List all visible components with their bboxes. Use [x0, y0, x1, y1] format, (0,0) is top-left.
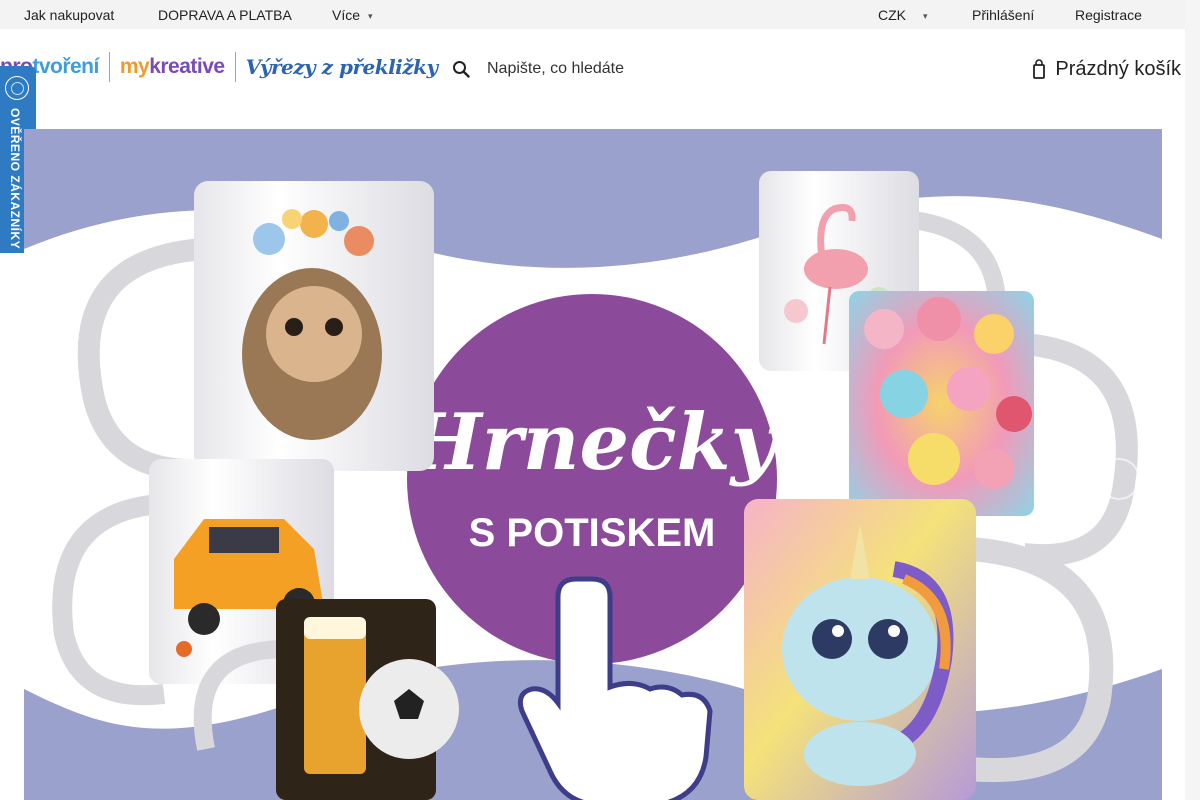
chevron-down-icon: ▾ — [923, 11, 928, 21]
cart-bag-icon — [1033, 59, 1046, 79]
banner-subtitle: S POTISKEM — [469, 511, 716, 555]
logo-vyrezy[interactable]: Výřezy z překližky — [246, 55, 439, 79]
search-placeholder: Napište, co hledáte — [487, 60, 624, 77]
chevron-down-icon: ▾ — [368, 11, 373, 21]
search-icon — [453, 61, 470, 78]
brand-logos[interactable]: protvoření mykreative Výřezy z překližky — [0, 50, 438, 84]
search-input[interactable]: Napište, co hledáte — [452, 56, 624, 82]
banner-artwork: Hrnečky S POTISKEM — [24, 129, 1162, 800]
link-how-to-buy[interactable]: Jak nakupovat — [24, 7, 114, 23]
register-link[interactable]: Registrace — [1075, 7, 1142, 23]
banner-title: Hrnečky — [406, 397, 781, 488]
logo-divider — [108, 52, 110, 82]
hero-banner[interactable]: Hrnečky S POTISKEM — [24, 129, 1162, 800]
currency-label: CZK — [878, 7, 906, 23]
link-shipping-payment[interactable]: DOPRAVA A PLATBA — [158, 7, 292, 23]
badge-text: OVĚŘENO ZÁKAZNÍKY — [8, 108, 22, 250]
login-link[interactable]: Přihlášení — [972, 7, 1034, 23]
more-menu[interactable]: Více ▾ — [332, 7, 373, 23]
logo-divider — [234, 52, 236, 82]
cart-label: Prázdný košík — [1055, 57, 1181, 80]
cart-button[interactable]: Prázdný košík — [1033, 56, 1181, 82]
top-utility-bar: Jak nakupovat DOPRAVA A PLATBA Více ▾ CZK… — [0, 0, 1185, 29]
page-scrollbar[interactable] — [1185, 0, 1200, 800]
logo-mykreative[interactable]: mykreative — [120, 55, 225, 79]
seal-icon — [5, 76, 29, 100]
currency-select[interactable]: CZK ▾ — [878, 7, 928, 23]
more-menu-label: Více — [332, 7, 361, 23]
